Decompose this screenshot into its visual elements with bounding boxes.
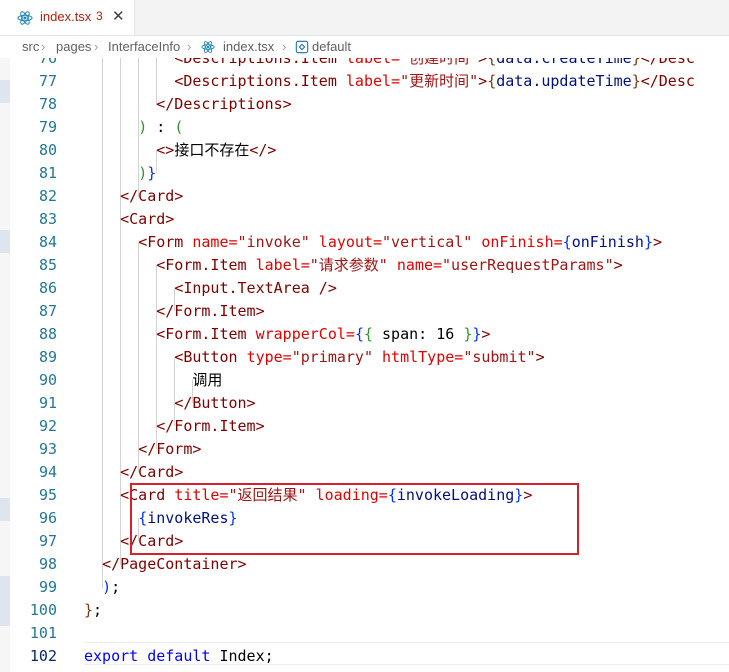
breadcrumb: src › pages › InterfaceInfo › index.tsx …: [0, 36, 729, 58]
symbol-variable-icon: [295, 40, 309, 54]
line-number: 101: [29, 624, 57, 642]
code-text: <>接口不存在</>: [156, 141, 277, 159]
line-number: 81: [38, 164, 57, 182]
line-number: 80: [38, 141, 57, 159]
chevron-right-icon: ›: [187, 39, 192, 54]
code-text: </Button>: [174, 394, 256, 412]
code-line: 81 )}: [0, 162, 729, 185]
code-text: 调用: [192, 371, 223, 389]
code-text: </Descriptions>: [156, 95, 292, 113]
code-line: 86 <Input.TextArea />: [0, 277, 729, 300]
code-text: export default Index;: [84, 647, 274, 665]
line-number: 78: [38, 95, 57, 113]
highlight-annotation-box: [130, 483, 579, 555]
line-number: 76: [38, 58, 57, 67]
code-line: 89 <Button type="primary" htmlType="subm…: [0, 346, 729, 369]
code-line: 99 );: [0, 576, 729, 599]
code-text: </Form.Item>: [156, 417, 265, 435]
breadcrumb-src[interactable]: src: [22, 39, 39, 54]
line-number: 99: [38, 578, 57, 596]
code-text: ) : (: [138, 118, 184, 136]
code-text: </PageContainer>: [102, 555, 247, 573]
breadcrumb-file[interactable]: index.tsx: [223, 39, 274, 54]
close-icon[interactable]: ✕: [112, 7, 125, 25]
line-number: 86: [38, 279, 57, 297]
line-number: 85: [38, 256, 57, 274]
code-line: 93 </Form>: [0, 438, 729, 461]
breadcrumb-symbol[interactable]: default: [312, 39, 351, 54]
line-number: 94: [38, 463, 57, 481]
tab-index-tsx[interactable]: index.tsx 3 ✕: [0, 0, 135, 35]
react-icon: [17, 11, 33, 25]
code-text: <Form.Item label="请求参数" name="userReques…: [156, 256, 623, 274]
line-number: 97: [38, 532, 57, 550]
code-text: );: [102, 578, 121, 596]
code-line: 91 </Button>: [0, 392, 729, 415]
code-editor[interactable]: 76 <Descriptions.Item label="创建时间">{data…: [0, 58, 729, 672]
chevron-right-icon: ›: [94, 39, 99, 54]
line-number: 77: [38, 72, 57, 90]
breadcrumb-folder[interactable]: InterfaceInfo: [108, 39, 180, 54]
code-line: 92 </Form.Item>: [0, 415, 729, 438]
chevron-right-icon: ›: [282, 39, 287, 54]
code-text: </Card>: [120, 187, 184, 205]
code-line: 87 </Form.Item>: [0, 300, 729, 323]
line-number: 89: [38, 348, 57, 366]
code-line: 100};: [0, 599, 729, 622]
line-number: 96: [38, 509, 57, 527]
code-line: 82 </Card>: [0, 185, 729, 208]
code-line: 94 </Card>: [0, 461, 729, 484]
react-icon: [201, 41, 215, 53]
code-line: 83 <Card>: [0, 208, 729, 231]
code-line: 76 <Descriptions.Item label="创建时间">{data…: [0, 58, 729, 70]
code-text: };: [84, 601, 103, 619]
line-number: 102: [29, 647, 57, 665]
line-number: 91: [38, 394, 57, 412]
problem-count: 3: [96, 9, 103, 23]
code-text: <Form name="invoke" layout="vertical" on…: [138, 233, 662, 251]
line-number: 92: [38, 417, 57, 435]
code-text: </Form>: [138, 440, 202, 458]
code-text: <Form.Item wrapperCol={{ span: 16 }}>: [156, 325, 491, 343]
line-number: 84: [38, 233, 57, 251]
code-text: <Card>: [120, 210, 175, 228]
code-text: <Descriptions.Item label="创建时间">{data.cr…: [174, 58, 695, 67]
line-number: 83: [38, 210, 57, 228]
code-text: </Card>: [120, 463, 184, 481]
code-text: )}: [138, 164, 157, 182]
line-number: 90: [38, 371, 57, 389]
line-number: 93: [38, 440, 57, 458]
code-line: 85 <Form.Item label="请求参数" name="userReq…: [0, 254, 729, 277]
line-number: 87: [38, 302, 57, 320]
line-number: 98: [38, 555, 57, 573]
tab-title: index.tsx: [40, 9, 92, 24]
code-line: 102 export default Index;: [0, 645, 729, 668]
code-line: 78 </Descriptions>: [0, 93, 729, 116]
editor-tab-bar: index.tsx 3 ✕: [0, 0, 729, 36]
code-text: </Form.Item>: [156, 302, 265, 320]
line-number: 88: [38, 325, 57, 343]
line-number: 79: [38, 118, 57, 136]
line-number: 95: [38, 486, 57, 504]
code-line: 84 <Form name="invoke" layout="vertical"…: [0, 231, 729, 254]
code-line: 90 调用: [0, 369, 729, 392]
code-line: 79 ) : (: [0, 116, 729, 139]
code-line: 80 <>接口不存在</>: [0, 139, 729, 162]
code-line: 77 <Descriptions.Item label="更新时间">{data…: [0, 70, 729, 93]
code-text: <Descriptions.Item label="更新时间">{data.up…: [174, 72, 695, 90]
line-number: 82: [38, 187, 57, 205]
code-text: <Input.TextArea />: [174, 279, 337, 297]
breadcrumb-pages[interactable]: pages: [56, 39, 91, 54]
code-line: 88 <Form.Item wrapperCol={{ span: 16 }}>: [0, 323, 729, 346]
code-line: 101: [0, 622, 729, 645]
chevron-right-icon: ›: [41, 39, 46, 54]
code-text: <Button type="primary" htmlType="submit"…: [174, 348, 545, 366]
line-number: 100: [29, 601, 57, 619]
code-line: 98 </PageContainer>: [0, 553, 729, 576]
